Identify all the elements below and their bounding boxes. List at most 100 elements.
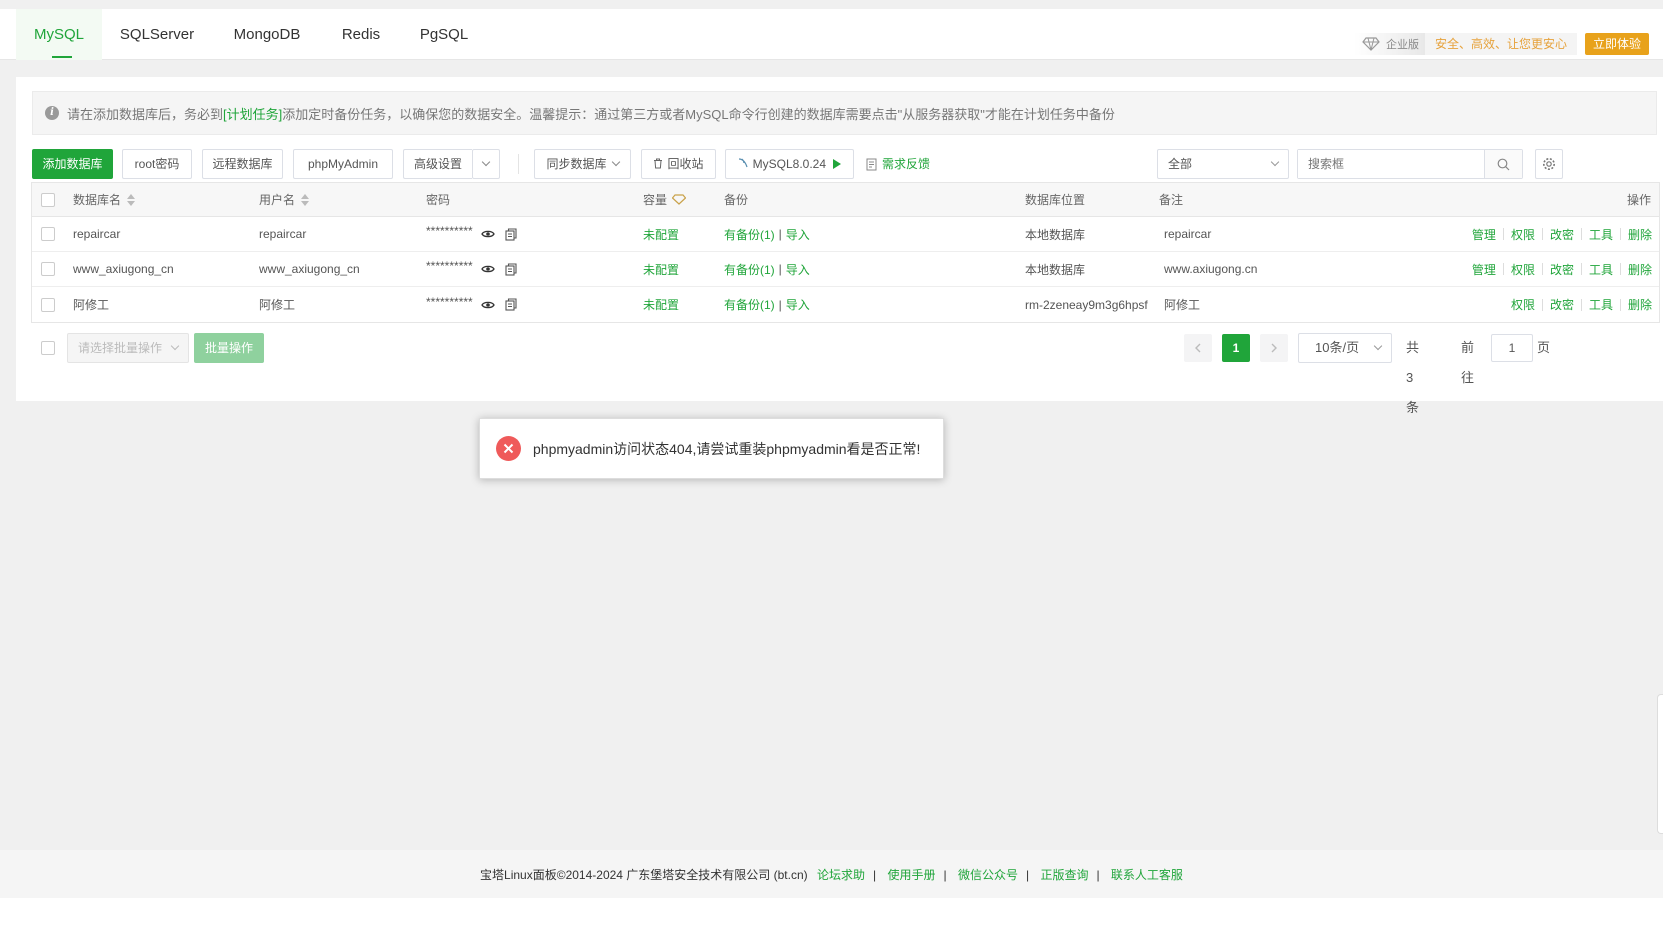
backup-link[interactable]: 有备份(1) [724,261,775,278]
db-name: 阿修工 [73,298,110,312]
chevron-down-icon [1373,341,1383,351]
header-password: 密码 [426,193,451,207]
chevron-left-icon [1195,343,1201,353]
search-button[interactable] [1484,150,1522,178]
recycle-bin-button[interactable]: 回收站 [641,149,716,179]
tab-pgsql[interactable]: PgSQL [410,9,478,60]
footer-select-all-checkbox[interactable] [41,341,55,355]
trash-icon [654,158,663,169]
cron-task-link[interactable]: [计划任务] [223,104,282,123]
tab-mongodb[interactable]: MongoDB [222,9,312,60]
phpmyadmin-button[interactable]: phpMyAdmin [293,149,393,179]
copy-icon[interactable] [505,298,517,311]
manage-link[interactable]: 管理 [1472,226,1496,243]
footer-link-wechat[interactable]: 微信公众号 [958,868,1018,882]
footer-link-license[interactable]: 正版查询 [1040,868,1088,882]
scroll-handle[interactable] [1657,694,1663,834]
show-password-icon[interactable] [480,300,495,310]
chevron-down-icon [170,341,180,351]
change-password-link[interactable]: 改密 [1550,296,1574,313]
tools-link[interactable]: 工具 [1589,226,1613,243]
page-size-select[interactable]: 10条/页 [1298,333,1392,363]
capacity-link[interactable]: 未配置 [643,252,679,286]
copy-icon[interactable] [505,227,517,241]
advanced-settings-dropdown[interactable] [472,149,500,179]
column-settings-button[interactable] [1535,149,1563,179]
db-remark[interactable]: www.axiugong.cn [1164,252,1257,286]
copy-icon[interactable] [505,262,517,276]
db-remark[interactable]: repaircar [1164,217,1211,251]
db-password: ********** [426,287,517,322]
batch-operation-select[interactable]: 请选择批量操作 [67,333,189,363]
header-username[interactable]: 用户名 [259,183,310,216]
capacity-link[interactable]: 未配置 [643,217,679,251]
footer-link-forum[interactable]: 论坛求助 [817,868,865,882]
capacity-link[interactable]: 未配置 [643,287,679,322]
enterprise-slogan: 安全、高效、让您更安心 [1424,33,1577,55]
delete-link[interactable]: 删除 [1628,261,1652,278]
chevron-down-icon [481,157,491,167]
show-password-icon[interactable] [480,264,495,274]
select-all-checkbox[interactable] [41,183,55,216]
header-db-name[interactable]: 数据库名 [73,183,136,216]
search-icon [1497,158,1510,170]
backup-link[interactable]: 有备份(1) [724,296,775,313]
db-username: repaircar [259,227,307,241]
tab-redis[interactable]: Redis [332,9,390,60]
change-password-link[interactable]: 改密 [1550,226,1574,243]
db-name: repaircar [73,227,121,241]
row-checkbox[interactable] [41,217,55,251]
db-name: www_axiugong_cn [73,262,174,276]
toolbar: 添加数据库 root密码 远程数据库 phpMyAdmin 高级设置 同步数据库… [32,149,1657,179]
footer-link-manual[interactable]: 使用手册 [887,868,935,882]
advanced-settings-button[interactable]: 高级设置 [403,149,472,179]
db-username: 阿修工 [259,298,296,312]
row-operations: 管理 权限 改密 工具 删除 [1472,252,1652,286]
info-icon: i [45,106,59,120]
play-icon [833,159,842,169]
batch-operation-button[interactable]: 批量操作 [194,333,264,363]
manage-link[interactable]: 管理 [1472,261,1496,278]
mysql-version-button[interactable]: MySQL8.0.24 [725,149,854,179]
row-checkbox[interactable] [41,287,55,322]
search-input[interactable] [1298,150,1482,178]
next-page-button[interactable] [1260,334,1288,362]
root-password-button[interactable]: root密码 [122,149,192,179]
sync-database-button[interactable]: 同步数据库 [534,149,631,179]
import-link[interactable]: 导入 [786,261,810,278]
backup-link[interactable]: 有备份(1) [724,226,775,243]
db-username: www_axiugong_cn [259,262,360,276]
tab-mysql[interactable]: MySQL [16,9,102,60]
row-checkbox[interactable] [41,252,55,286]
footer-link-support[interactable]: 联系人工客服 [1111,868,1183,882]
remote-database-button[interactable]: 远程数据库 [202,149,283,179]
db-remark[interactable]: 阿修工 [1164,287,1200,322]
toast-message: phpmyadmin访问状态404,请尝试重装phpmyadmin看是否正常! [533,440,921,457]
permission-link[interactable]: 权限 [1511,296,1535,313]
row-operations: 权限 改密 工具 删除 [1511,287,1652,322]
feedback-link[interactable]: 需求反馈 [866,149,930,179]
permission-link[interactable]: 权限 [1511,261,1535,278]
sort-icon [127,193,136,206]
delete-link[interactable]: 删除 [1628,226,1652,243]
diamond-icon [1362,37,1380,51]
page-number-current[interactable]: 1 [1222,334,1250,362]
show-password-icon[interactable] [480,229,495,239]
change-password-link[interactable]: 改密 [1550,261,1574,278]
tools-link[interactable]: 工具 [1589,296,1613,313]
chevron-down-icon [1270,157,1280,167]
active-tab-indicator [52,56,72,58]
prev-page-button[interactable] [1184,334,1212,362]
filter-select[interactable]: 全部 [1157,149,1289,179]
tab-sqlserver[interactable]: SQLServer [110,9,204,60]
delete-link[interactable]: 删除 [1628,296,1652,313]
tools-link[interactable]: 工具 [1589,261,1613,278]
try-now-button[interactable]: 立即体验 [1584,33,1649,55]
goto-page-input[interactable]: 1 [1491,334,1533,362]
import-link[interactable]: 导入 [786,226,810,243]
add-database-button[interactable]: 添加数据库 [32,149,113,179]
import-link[interactable]: 导入 [786,296,810,313]
permission-link[interactable]: 权限 [1511,226,1535,243]
table-row: 阿修工 阿修工 ********** 未配置 有备份(1) | 导入 rm-2zen… [32,287,1659,322]
db-password: ********** [426,252,517,286]
